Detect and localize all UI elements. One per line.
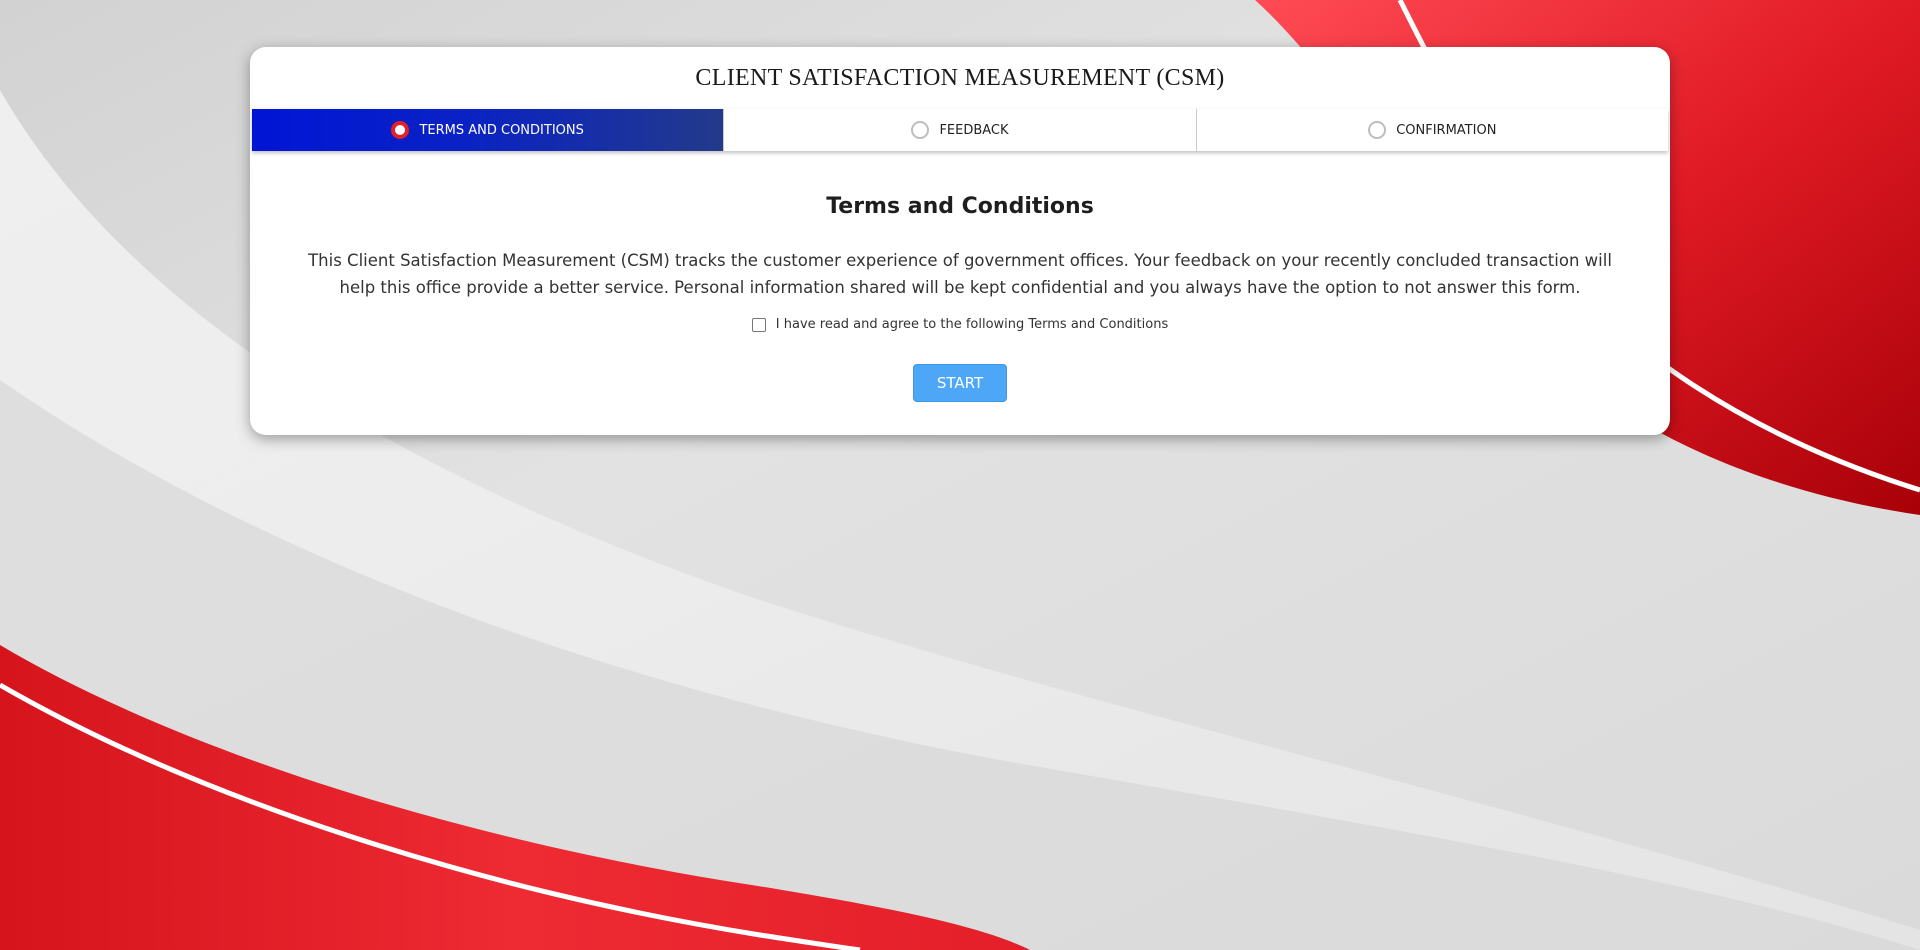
radio-icon (391, 121, 410, 139)
csm-card: CLIENT SATISFACTION MEASUREMENT (CSM) TE… (250, 47, 1670, 435)
radio-icon (1368, 121, 1387, 139)
radio-icon (911, 121, 930, 139)
agree-label[interactable]: I have read and agree to the following T… (776, 317, 1168, 332)
terms-heading: Terms and Conditions (826, 194, 1094, 219)
stepper: TERMS AND CONDITIONS FEEDBACK CONFIRMATI… (252, 109, 1668, 151)
step-label: TERMS AND CONDITIONS (419, 122, 584, 138)
step-feedback[interactable]: FEEDBACK (724, 109, 1197, 151)
agree-row: I have read and agree to the following T… (250, 317, 1670, 332)
page-title: CLIENT SATISFACTION MEASUREMENT (CSM) (695, 65, 1225, 91)
agree-checkbox[interactable] (751, 317, 766, 332)
step-label: CONFIRMATION (1396, 122, 1497, 138)
step-terms-and-conditions[interactable]: TERMS AND CONDITIONS (252, 109, 725, 151)
step-label: FEEDBACK (939, 122, 1009, 138)
step-confirmation[interactable]: CONFIRMATION (1196, 109, 1668, 151)
start-button[interactable]: START (913, 364, 1007, 402)
terms-body: This Client Satisfaction Measurement (CS… (308, 251, 1612, 297)
